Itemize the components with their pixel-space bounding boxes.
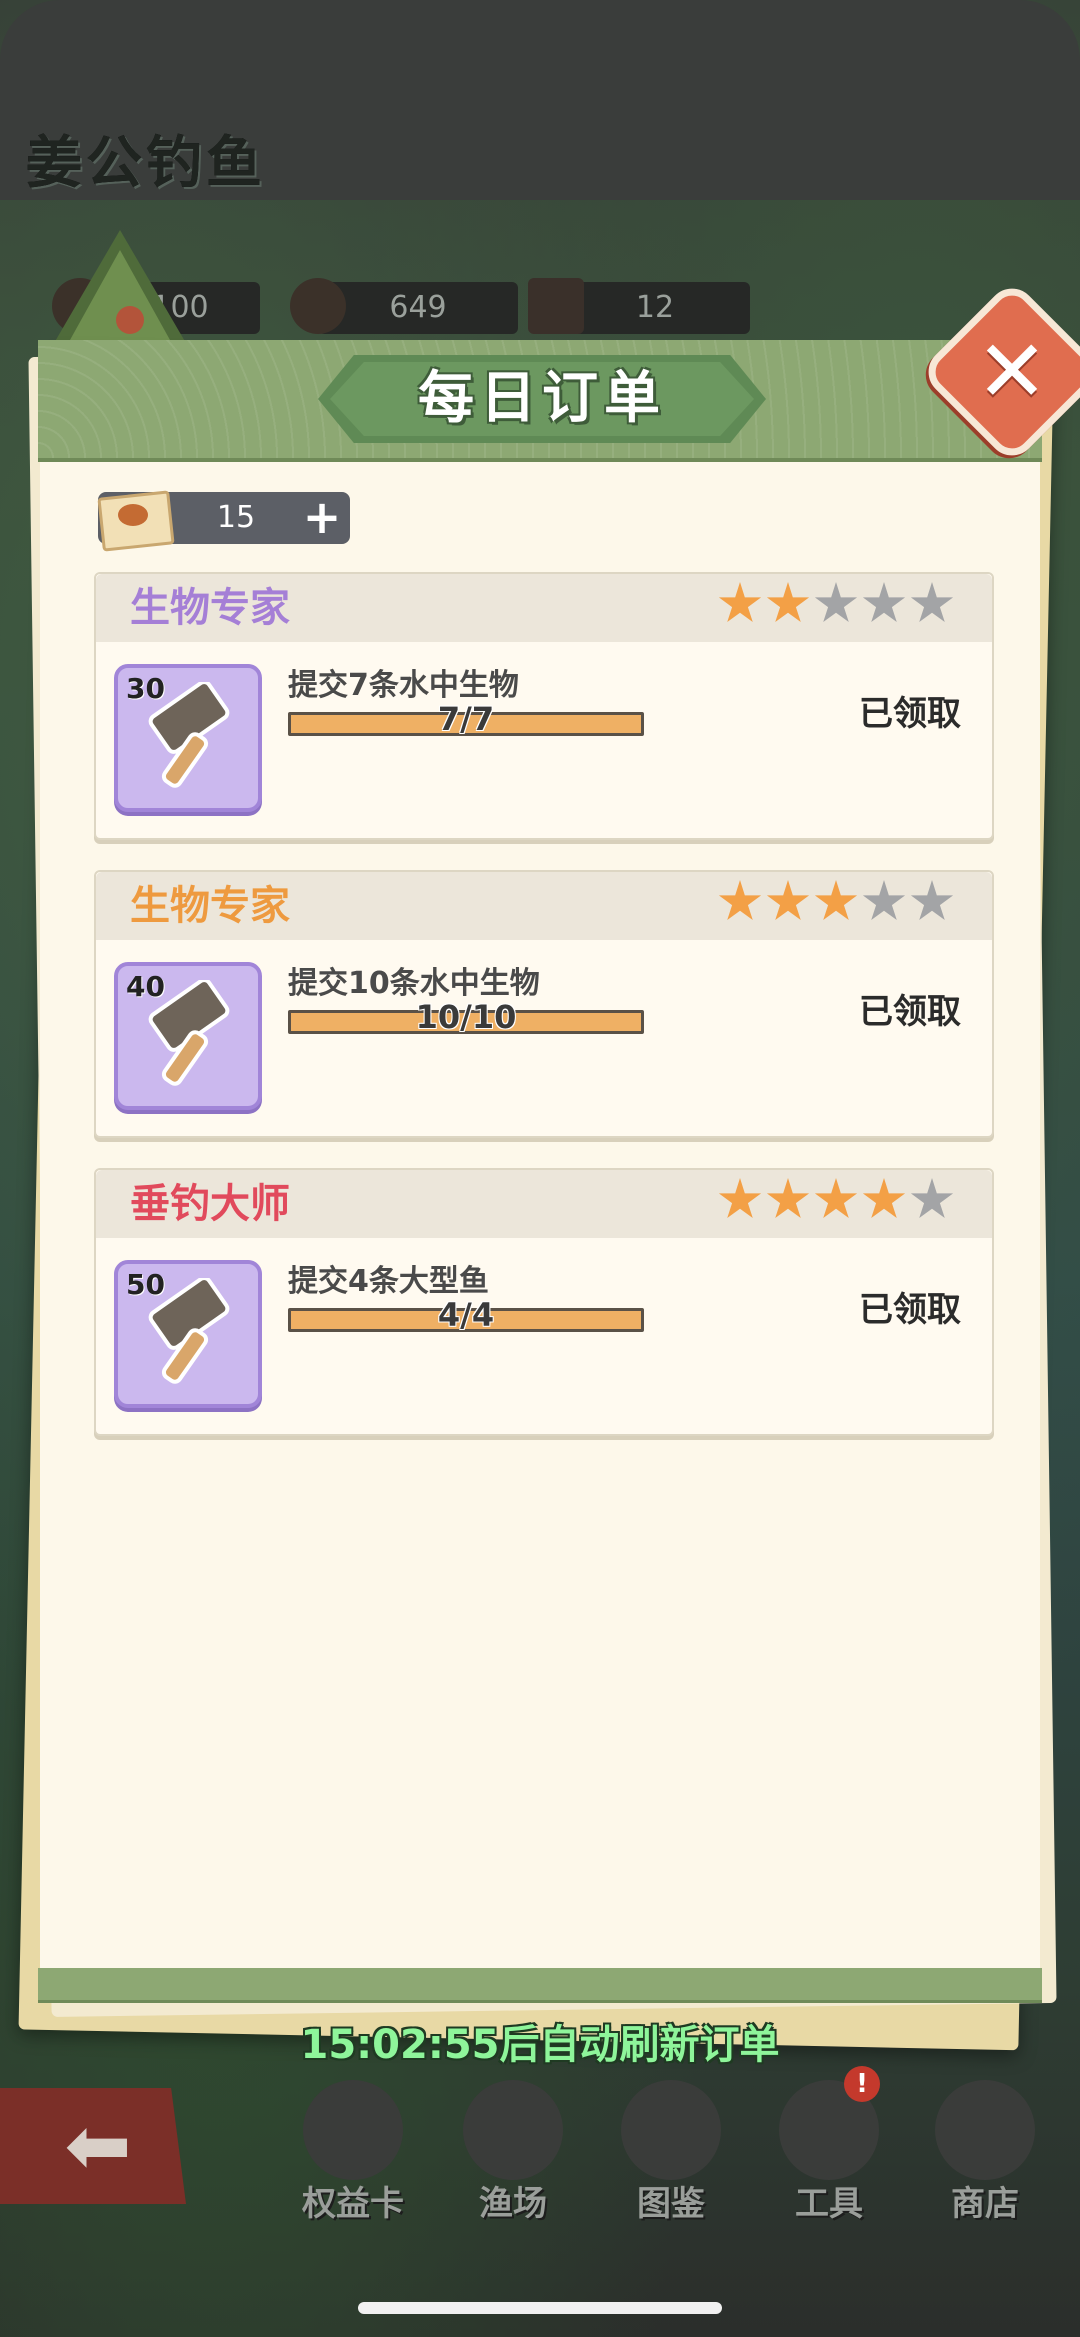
resource-hammer: 12 [560,282,750,334]
order-card: 生物专家 40 提交10条水中生物 10/10 已领取 [94,870,994,1138]
app-title: 姜公钓鱼 [26,131,266,196]
resource-bait: 649 [318,282,518,334]
order-card: 垂钓大师 50 提交4条大型鱼 4/4 已领取 [94,1168,994,1436]
progress-label: 4/4 [437,1296,495,1334]
resource-bait-value: 649 [389,290,447,325]
claimed-status: 已领取 [859,992,961,1032]
order-card-header: 垂钓大师 [96,1170,992,1238]
order-card-header: 生物专家 [96,574,992,642]
task-description: 提交4条大型鱼 [288,1264,489,1299]
order-name: 垂钓大师 [130,1181,290,1227]
star-filled-icon [862,1178,906,1219]
nav-item-fishing-ground[interactable]: 渔场 [448,2080,578,2250]
nav-label: 权益卡 [302,2184,404,2224]
claimed-status: 已领取 [859,694,961,734]
task-description: 提交10条水中生物 [288,966,540,1001]
claimed-status: 已领取 [859,1290,961,1330]
reward-slot[interactable]: 30 [114,664,262,812]
star-empty-icon [910,582,954,623]
panel-title: 每日订单 [418,366,666,431]
order-card-header: 生物专家 [96,872,992,940]
progress-label: 7/7 [437,700,495,738]
fish-guide-icon [621,2080,721,2180]
star-filled-icon [814,880,858,921]
fishing-ground-icon [463,2080,563,2180]
order-difficulty-stars [714,1178,954,1230]
nav-label: 商店 [951,2184,1019,2224]
close-icon[interactable]: ✕ [946,306,1078,438]
reward-count: 30 [126,672,165,705]
alert-badge: ! [844,2066,880,2102]
star-empty-icon [910,1178,954,1219]
nav-item-fish-guide[interactable]: 图鉴 [606,2080,736,2250]
reward-slot[interactable]: 50 [114,1260,262,1408]
home-indicator[interactable] [358,2302,722,2314]
star-empty-icon [814,582,858,623]
reward-count: 40 [126,970,165,1003]
nav-item-privilege-card[interactable]: 权益卡 [288,2080,418,2250]
hammer-icon [528,278,584,334]
reward-slot[interactable]: 40 [114,962,262,1110]
ticket-fish-icon [118,504,148,526]
star-empty-icon [910,880,954,921]
star-filled-icon [718,880,762,921]
order-name: 生物专家 [130,585,290,631]
star-filled-icon [766,880,810,921]
bait-bag-icon [290,278,346,334]
order-card: 生物专家 30 提交7条水中生物 7/7 已领取 [94,572,994,840]
privilege-card-icon [303,2080,403,2180]
ticket-count: 15 [216,500,256,535]
panel-footer [38,1968,1042,2000]
nav-label: 工具 [795,2184,863,2224]
star-empty-icon [862,880,906,921]
star-filled-icon [766,1178,810,1219]
star-filled-icon [814,1178,858,1219]
back-arrow-icon[interactable]: ⬅ [48,2096,148,2196]
nav-label: 渔场 [479,2184,547,2224]
nav-item-shop[interactable]: 商店 [920,2080,1050,2250]
star-filled-icon [766,582,810,623]
reward-count: 50 [126,1268,165,1301]
nav-label: 图鉴 [637,2184,705,2224]
progress-label: 10/10 [415,998,517,1036]
shop-bag-icon [935,2080,1035,2180]
order-difficulty-stars [714,880,954,932]
resource-hammer-value: 12 [635,290,675,325]
star-filled-icon [718,582,762,623]
star-empty-icon [862,582,906,623]
character-hat-icon [50,230,190,350]
order-difficulty-stars [714,582,954,634]
star-filled-icon [718,1178,762,1219]
order-name: 生物专家 [130,883,290,929]
refresh-countdown: 15:02:55后自动刷新订单 [300,2022,780,2068]
add-ticket-button[interactable]: + [296,494,348,542]
task-description: 提交7条水中生物 [288,668,519,703]
nav-item-tools[interactable]: ! 工具 [764,2066,894,2250]
